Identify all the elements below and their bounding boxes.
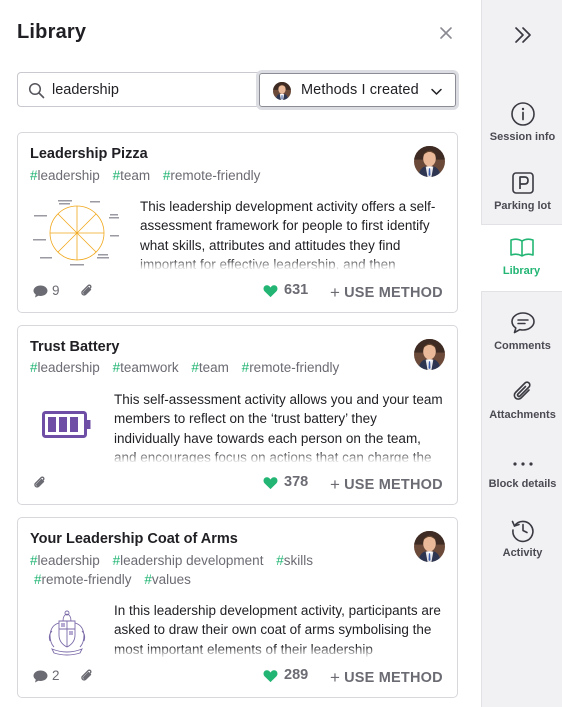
library-panel: Library Methods I created Leadership Piz…	[0, 0, 481, 707]
search-input[interactable]	[52, 79, 262, 101]
tag-list: #leadership #teamwork #team #remote-frie…	[30, 358, 348, 377]
sidebar-item-library[interactable]: Library	[481, 224, 562, 292]
tag[interactable]: #leadership	[30, 360, 100, 375]
sidebar-item-block-details[interactable]: Block details	[482, 438, 562, 505]
comment-icon	[33, 670, 48, 683]
paperclip-icon	[80, 283, 94, 299]
paperclip-icon	[513, 381, 531, 400]
sidebar-item-activity[interactable]: Activity	[482, 507, 562, 574]
plus-icon: +	[330, 475, 341, 494]
like-count: 289	[284, 667, 309, 683]
tag[interactable]: #remote-friendly	[163, 168, 261, 183]
sidebar-item-label: Parking lot	[494, 200, 551, 212]
sidebar-item-label: Activity	[502, 547, 543, 559]
card-footer: 378 + USE METHOD	[18, 472, 457, 496]
avatar	[273, 82, 291, 100]
paperclip-icon	[80, 668, 94, 684]
pizza-diagram-thumbnail	[33, 200, 119, 266]
dropdown-frame: Methods I created	[259, 73, 456, 107]
tag[interactable]: #team	[113, 168, 151, 183]
method-card-leadership-pizza[interactable]: Leadership Pizza #leadership #team #remo…	[17, 132, 458, 313]
card-footer: 2 289 + USE METHOD	[18, 665, 457, 689]
sidebar-item-label: Session info	[489, 131, 556, 143]
paperclip-icon	[33, 475, 47, 491]
sidebar-item-parking-lot[interactable]: Parking lot	[482, 160, 562, 227]
plus-icon: +	[330, 668, 341, 687]
card-title: Your Leadership Coat of Arms	[30, 531, 238, 547]
method-card-trust-battery[interactable]: Trust Battery #leadership #teamwork #tea…	[17, 325, 458, 505]
avatar	[414, 339, 445, 370]
text-fade	[114, 451, 446, 463]
avatar	[414, 146, 445, 177]
plus-icon: +	[330, 283, 341, 302]
comment-count: 2	[52, 668, 60, 683]
book-icon	[510, 238, 534, 257]
filter-label: Methods I created	[301, 82, 419, 98]
tag-list: #leadership #leadership development #ski…	[30, 551, 330, 589]
use-method-button[interactable]: + USE METHOD	[330, 667, 443, 687]
card-title: Leadership Pizza	[30, 146, 148, 162]
parking-icon	[512, 172, 534, 194]
panel-title: Library	[17, 21, 87, 43]
chevron-down-icon	[431, 88, 442, 95]
sidebar-item-label: Attachments	[489, 409, 556, 421]
use-method-button[interactable]: + USE METHOD	[330, 474, 443, 494]
chat-icon	[511, 312, 535, 334]
like-count: 378	[284, 474, 309, 490]
tag[interactable]: #leadership development	[113, 553, 264, 568]
avatar	[414, 531, 445, 562]
tag[interactable]: #remote-friendly	[242, 360, 340, 375]
methods-filter-dropdown[interactable]: Methods I created	[256, 70, 459, 110]
tag[interactable]: #teamwork	[113, 360, 179, 375]
method-card-coat-of-arms[interactable]: Your Leadership Coat of Arms #leadership…	[17, 517, 458, 698]
search-icon	[28, 82, 45, 99]
sidebar-item-label: Library	[502, 265, 541, 277]
sidebar-item-session-info[interactable]: Session info	[482, 91, 562, 158]
tag[interactable]: #values	[144, 572, 191, 587]
card-title: Trust Battery	[30, 339, 120, 355]
comment-count: 9	[52, 283, 60, 298]
double-chevron-right-icon[interactable]	[512, 24, 534, 46]
comment-icon	[33, 285, 48, 298]
sidebar-item-label: Comments	[494, 340, 551, 352]
text-fade	[140, 258, 446, 270]
history-icon	[511, 520, 534, 543]
heart-icon[interactable]	[263, 476, 278, 490]
right-sidebar: Session info Parking lot Library Comment…	[481, 0, 562, 707]
sidebar-item-label: Block details	[488, 478, 557, 490]
tag[interactable]: #remote-friendly	[34, 572, 132, 587]
like-count: 631	[284, 282, 309, 298]
tag-list: #leadership #team #remote-friendly	[30, 166, 269, 185]
text-fade	[114, 646, 446, 658]
battery-icon	[42, 411, 91, 438]
coat-of-arms-thumbnail	[48, 610, 86, 656]
card-footer: 9 631 + USE METHOD	[18, 280, 457, 304]
more-dots-icon	[513, 462, 533, 466]
use-method-button[interactable]: + USE METHOD	[330, 282, 443, 302]
sidebar-item-comments[interactable]: Comments	[482, 300, 562, 367]
sidebar-item-attachments[interactable]: Attachments	[482, 369, 562, 436]
info-icon	[511, 102, 535, 126]
tag[interactable]: #team	[191, 360, 229, 375]
heart-icon[interactable]	[263, 669, 278, 683]
heart-icon[interactable]	[263, 284, 278, 298]
tag[interactable]: #leadership	[30, 553, 100, 568]
tag[interactable]: #leadership	[30, 168, 100, 183]
tag[interactable]: #skills	[276, 553, 313, 568]
search-box	[17, 72, 269, 107]
close-icon[interactable]	[437, 24, 455, 42]
